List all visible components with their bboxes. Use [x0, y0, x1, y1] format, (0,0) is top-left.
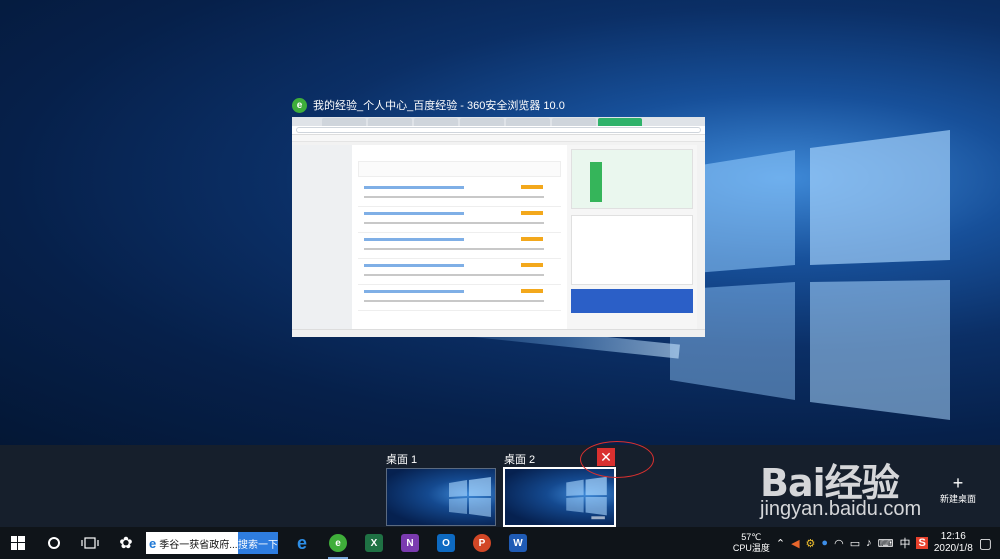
task-view-button[interactable]: [72, 527, 108, 559]
window-title[interactable]: e 我的经验_个人中心_百度经验 - 360安全浏览器 10.0: [292, 96, 565, 114]
temperature-value: 57℃: [741, 532, 762, 542]
close-desktop-button[interactable]: ✕: [597, 448, 615, 466]
excel-app-button[interactable]: X: [356, 527, 392, 559]
ie-icon: e: [149, 535, 157, 551]
temperature-label: CPU温度: [732, 543, 770, 553]
excel-icon: X: [365, 534, 383, 552]
pinwheel-icon: ✿: [119, 535, 133, 552]
browser-page-content: [292, 145, 705, 330]
search-button[interactable]: 搜索一下: [238, 532, 278, 554]
360-browser-icon: e: [329, 534, 347, 552]
task-view-icon: [81, 537, 99, 549]
chevron-up-icon[interactable]: ⌃: [776, 537, 785, 550]
taskbar: ✿ e 季谷一获省政府... 搜索一下 e e X N O P W 57℃ CP…: [0, 527, 1000, 559]
clock[interactable]: 12:16 2020/1/8: [934, 531, 973, 555]
search-input-text: 季谷一获省政府...: [159, 539, 238, 551]
cortana-button[interactable]: [36, 527, 72, 559]
browser-tabs: [292, 117, 705, 126]
outlook-icon: O: [437, 534, 455, 552]
cortana-circle-icon: [48, 537, 60, 549]
volume-icon[interactable]: ♪: [866, 537, 872, 549]
window-title-text: 我的经验_个人中心_百度经验 - 360安全浏览器 10.0: [313, 100, 565, 112]
desktop-1-thumbnail[interactable]: [386, 468, 496, 526]
windows-logo-mini: [449, 477, 491, 517]
notification-icon[interactable]: ▢: [979, 535, 992, 552]
wifi-icon[interactable]: ◠: [834, 537, 844, 550]
battery-icon[interactable]: ▭: [850, 537, 860, 550]
browser-address-bar: [292, 126, 705, 135]
powerpoint-icon: P: [473, 534, 491, 552]
clock-date: 2020/1/8: [933, 543, 973, 554]
clock-time: 12:16: [940, 531, 966, 542]
desktop-2-label: 桌面 2: [504, 454, 536, 466]
watermark-url: jingyan.baidu.com: [760, 498, 922, 520]
onenote-app-button[interactable]: N: [392, 527, 428, 559]
new-desktop-label: 新建桌面: [939, 494, 976, 504]
pinwheel-app-button[interactable]: ✿: [108, 527, 144, 559]
onenote-icon: N: [401, 534, 419, 552]
security-icon[interactable]: ⚙: [806, 537, 816, 550]
desktop-2-thumbnail[interactable]: [503, 467, 616, 527]
edge-app-button[interactable]: e: [284, 527, 320, 559]
plus-icon: +: [952, 473, 964, 493]
powerpoint-app-button[interactable]: P: [464, 527, 500, 559]
start-button[interactable]: [0, 527, 36, 559]
close-icon: ✕: [600, 449, 612, 465]
baidu-jingyan-watermark: Bai经验 jingyan.baidu.com: [760, 452, 921, 520]
windows-start-icon: [11, 536, 25, 550]
360-browser-icon: e: [292, 97, 307, 113]
search-input[interactable]: e 季谷一获省政府...: [146, 532, 238, 554]
outlook-app-button[interactable]: O: [428, 527, 464, 559]
new-desktop-button[interactable]: + 新建桌面: [938, 474, 978, 505]
edge-icon: e: [296, 532, 307, 553]
window-thumbnail[interactable]: [292, 117, 705, 337]
sogou-input-icon[interactable]: S: [916, 537, 928, 549]
windows-logo-light: [670, 130, 950, 420]
360-browser-app-button[interactable]: e: [320, 527, 356, 559]
shield-check-icon[interactable]: ●: [821, 537, 828, 549]
keyboard-icon[interactable]: ⌨: [878, 537, 894, 550]
annotation-ellipse: [580, 441, 654, 478]
ime-indicator[interactable]: 中: [899, 535, 910, 551]
browser-status-bar: [292, 329, 705, 337]
cpu-temperature[interactable]: 57℃ CPU温度: [733, 532, 770, 554]
desktop-1-label: 桌面 1: [386, 454, 418, 466]
word-icon: W: [509, 534, 527, 552]
search-widget: e 季谷一获省政府... 搜索一下: [146, 532, 278, 554]
system-tray: 57℃ CPU温度 ⌃ ◀ ⚙ ● ◠ ▭ ♪ ⌨ 中 S 12:16 2020…: [733, 527, 1000, 559]
windows-logo-mini: [566, 476, 607, 520]
speaker-muted-icon[interactable]: ◀: [791, 537, 799, 550]
browser-favorites-bar: [292, 135, 705, 142]
word-app-button[interactable]: W: [500, 527, 536, 559]
